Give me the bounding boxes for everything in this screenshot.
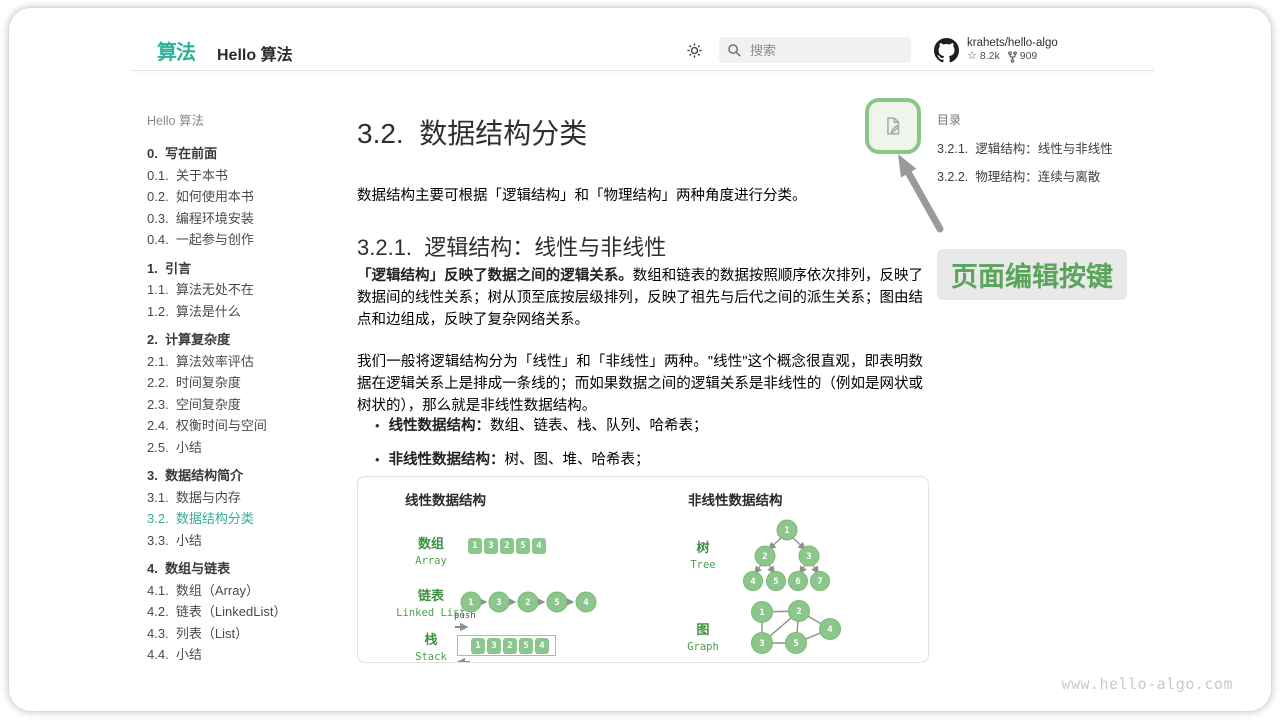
annotation-label: 页面编辑按键 bbox=[937, 249, 1127, 300]
annotation-arrow bbox=[879, 143, 969, 253]
star-icon: ☆ bbox=[967, 50, 977, 63]
tree-diagram: 1 2 3 4 5 6 7 bbox=[744, 520, 830, 591]
sidebar-nav: Hello 算法 0. 写在前面 0.1. 关于本书 0.2. 如何使用本书 0… bbox=[147, 110, 337, 666]
sidebar-item-1-1[interactable]: 1.1. 算法无处不在 bbox=[147, 279, 337, 301]
sidebar-section-3[interactable]: 3. 数据结构简介 bbox=[147, 465, 337, 487]
search-input[interactable] bbox=[750, 43, 890, 58]
sidebar-item-4-2[interactable]: 4.2. 链表（LinkedList） bbox=[147, 601, 337, 623]
github-repo-link[interactable]: krahets/hello-algo ☆ 8.2k 909 bbox=[934, 37, 1058, 63]
sidebar-item-4-3[interactable]: 4.3. 列表（List） bbox=[147, 623, 337, 645]
page-card: 算法 Hello 算法 krahets/hello-algo ☆ bbox=[9, 8, 1271, 711]
svg-text:2: 2 bbox=[762, 552, 767, 562]
sidebar-item-4-1[interactable]: 4.1. 数组（Array） bbox=[147, 580, 337, 602]
repo-forks: 909 bbox=[1020, 50, 1038, 63]
toc-item-2[interactable]: 3.2.2. 物理结构：连续与离散 bbox=[937, 166, 1167, 185]
svg-text:2: 2 bbox=[525, 598, 530, 608]
bullet-bold: 线性数据结构： bbox=[389, 418, 491, 434]
sidebar-item-4-4[interactable]: 4.4. 小结 bbox=[147, 644, 337, 666]
sun-icon bbox=[686, 42, 703, 59]
sidebar-item-3-3[interactable]: 3.3. 小结 bbox=[147, 530, 337, 552]
sidebar-item-0-3[interactable]: 0.3. 编程环境安装 bbox=[147, 208, 337, 230]
graph-diagram: 1 2 4 3 5 bbox=[752, 601, 841, 654]
header-divider bbox=[132, 70, 1154, 71]
sidebar-item-3-2-active[interactable]: 3.2. 数据结构分类 bbox=[147, 508, 337, 530]
sidebar-item-2-2[interactable]: 2.2. 时间复杂度 bbox=[147, 372, 337, 394]
svg-text:1: 1 bbox=[759, 608, 764, 618]
sidebar-site-title: Hello 算法 bbox=[147, 110, 337, 129]
bullet-icon: • bbox=[375, 452, 380, 467]
sidebar-item-1-2[interactable]: 1.2. 算法是什么 bbox=[147, 301, 337, 323]
figure-diagrams: 1 3 2 5 4 bbox=[358, 477, 929, 663]
sidebar-item-2-1[interactable]: 2.1. 算法效率评估 bbox=[147, 351, 337, 373]
sidebar-item-3-1[interactable]: 3.1. 数据与内存 bbox=[147, 487, 337, 509]
svg-text:3: 3 bbox=[496, 598, 501, 608]
site-title: Hello 算法 bbox=[217, 41, 293, 65]
repo-name: krahets/hello-algo bbox=[967, 37, 1058, 50]
table-of-contents: 目录 3.2.1. 逻辑结构：线性与非线性 3.2.2. 物理结构：连续与离散 bbox=[937, 111, 1167, 194]
theme-toggle-button[interactable] bbox=[686, 42, 703, 64]
toc-title: 目录 bbox=[937, 111, 1167, 128]
page-title: 3.2. 数据结构分类 bbox=[357, 112, 587, 152]
search-icon bbox=[727, 43, 742, 58]
svg-text:5: 5 bbox=[793, 639, 798, 649]
bullet-text: 数组、链表、栈、队列、哈希表； bbox=[490, 418, 708, 434]
sidebar-item-0-4[interactable]: 0.4. 一起参与创作 bbox=[147, 229, 337, 251]
list-item: • 线性数据结构：数组、链表、栈、队列、哈希表； bbox=[375, 414, 708, 435]
linked-list-diagram: 1 3 2 5 4 bbox=[461, 592, 596, 612]
svg-text:5: 5 bbox=[554, 598, 559, 608]
fork-icon bbox=[1008, 51, 1017, 63]
bullet-text: 树、图、堆、哈希表； bbox=[505, 452, 650, 468]
svg-text:6: 6 bbox=[795, 577, 800, 587]
svg-text:4: 4 bbox=[583, 598, 589, 608]
linear-nonlinear-paragraph: 我们一般将逻辑结构分为「线性」和「非线性」两种。"线性"这个概念很直观，即表明数… bbox=[357, 352, 923, 417]
sidebar-item-0-2[interactable]: 0.2. 如何使用本书 bbox=[147, 186, 337, 208]
svg-text:4: 4 bbox=[827, 625, 833, 635]
sidebar-item-2-4[interactable]: 2.4. 权衡时间与空间 bbox=[147, 415, 337, 437]
search-box[interactable] bbox=[719, 37, 911, 63]
toc-item-1[interactable]: 3.2.1. 逻辑结构：线性与非线性 bbox=[937, 138, 1167, 157]
bullet-icon: • bbox=[375, 418, 380, 433]
sidebar-section-2[interactable]: 2. 计算复杂度 bbox=[147, 329, 337, 351]
paragraph-bold-lead: 「逻辑结构」反映了数据之间的逻辑关系。 bbox=[357, 268, 633, 284]
repo-stars: 8.2k bbox=[980, 50, 1000, 63]
section-heading: 3.2.1. 逻辑结构：线性与非线性 bbox=[357, 230, 666, 262]
github-icon bbox=[934, 38, 959, 63]
sidebar-section-4[interactable]: 4. 数组与链表 bbox=[147, 558, 337, 580]
sidebar-item-0-1[interactable]: 0.1. 关于本书 bbox=[147, 165, 337, 187]
svg-text:2: 2 bbox=[796, 607, 801, 617]
data-structure-figure: 线性数据结构 非线性数据结构 数组 Array 1 3 2 5 4 链表 Lin… bbox=[357, 476, 929, 663]
svg-text:7: 7 bbox=[817, 577, 822, 587]
logic-structure-paragraph: 「逻辑结构」反映了数据之间的逻辑关系。数组和链表的数据按照顺序依次排列，反映了数… bbox=[357, 266, 923, 331]
sidebar-section-0[interactable]: 0. 写在前面 bbox=[147, 143, 337, 165]
sidebar-item-2-5[interactable]: 2.5. 小结 bbox=[147, 437, 337, 459]
site-logo[interactable]: 算法 bbox=[157, 36, 195, 65]
svg-text:3: 3 bbox=[759, 639, 764, 649]
intro-paragraph: 数据结构主要可根据「逻辑结构」和「物理结构」两种角度进行分类。 bbox=[357, 184, 923, 205]
footer-domain: www.hello-algo.com bbox=[1061, 675, 1233, 693]
bullet-list: • 线性数据结构：数组、链表、栈、队列、哈希表； • 非线性数据结构：树、图、堆… bbox=[375, 414, 708, 482]
svg-text:4: 4 bbox=[750, 577, 756, 587]
list-item: • 非线性数据结构：树、图、堆、哈希表； bbox=[375, 448, 708, 469]
file-edit-icon bbox=[882, 115, 904, 137]
svg-text:5: 5 bbox=[773, 577, 778, 587]
bullet-bold: 非线性数据结构： bbox=[389, 452, 505, 468]
svg-text:3: 3 bbox=[806, 552, 811, 562]
sidebar-section-1[interactable]: 1. 引言 bbox=[147, 258, 337, 280]
svg-text:1: 1 bbox=[784, 526, 789, 536]
svg-text:1: 1 bbox=[468, 598, 473, 608]
sidebar-item-2-3[interactable]: 2.3. 空间复杂度 bbox=[147, 394, 337, 416]
